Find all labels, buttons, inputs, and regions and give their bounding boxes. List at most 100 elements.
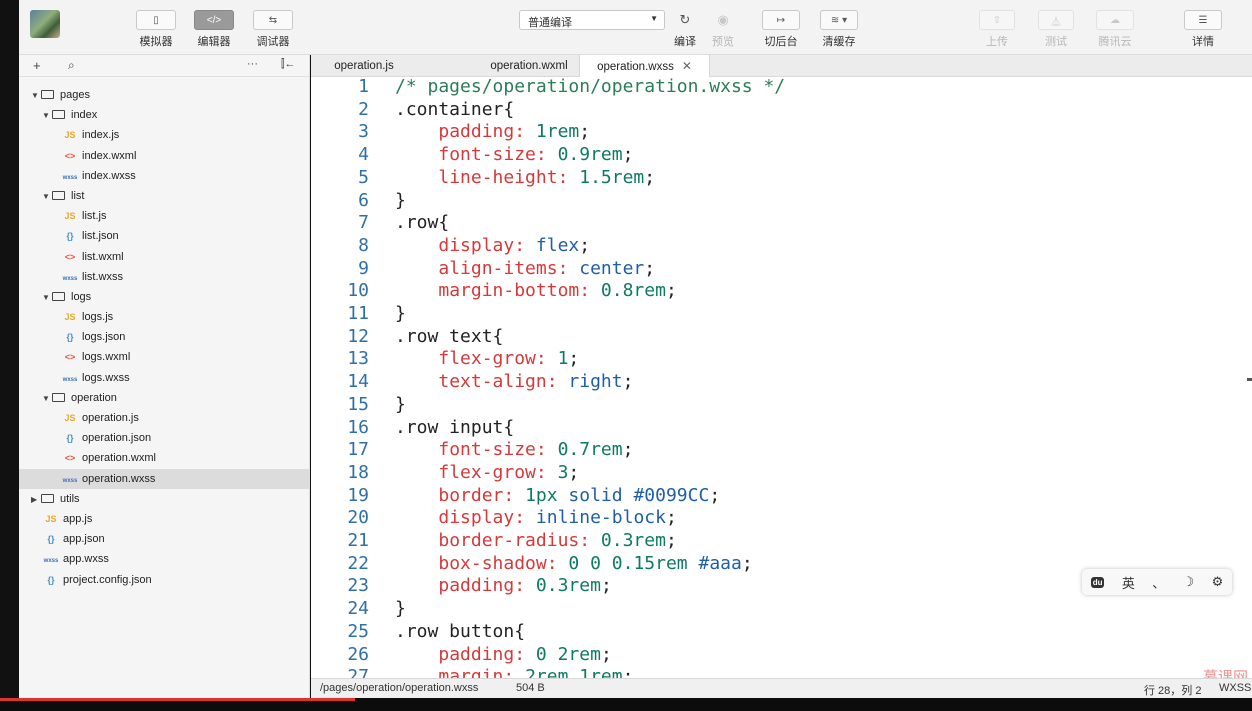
- code-text: }: [395, 190, 406, 213]
- language-mode[interactable]: WXSS: [1219, 682, 1251, 694]
- preview-button[interactable]: ◉ 预览: [705, 10, 741, 49]
- switch-background-button[interactable]: ↦ 切后台: [762, 10, 800, 49]
- code-text: .row input{: [395, 417, 514, 440]
- chevron-down-icon[interactable]: ▼: [42, 106, 52, 126]
- token-num: 0.7rem: [557, 439, 623, 461]
- ime-language-toggle[interactable]: 英: [1122, 573, 1135, 592]
- ime-logo-icon[interactable]: du: [1090, 576, 1105, 588]
- file-item[interactable]: <> operation.wxml: [19, 448, 309, 468]
- eye-icon: ◉: [717, 12, 729, 27]
- chevron-right-icon[interactable]: ▶: [31, 490, 41, 510]
- token-plain: .row input{: [395, 416, 515, 438]
- moon-icon[interactable]: ☽: [1183, 574, 1195, 590]
- token-kw: center: [579, 257, 645, 279]
- token-prop: border:: [438, 484, 515, 506]
- file-path: /pages/operation/operation.wxss: [320, 682, 479, 694]
- file-item[interactable]: JS logs.js: [19, 307, 309, 327]
- ime-punctuation-toggle[interactable]: 、: [1152, 573, 1165, 592]
- file-item[interactable]: {} logs.json: [19, 327, 309, 347]
- line-number: 13: [347, 348, 369, 370]
- file-item[interactable]: {} list.json: [19, 226, 309, 246]
- clear-cache-button[interactable]: ≋ ▾ 清缓存: [820, 10, 858, 49]
- tab-label: operation.js: [334, 60, 394, 72]
- token-prop: flex-grow:: [438, 461, 547, 483]
- status-bar: /pages/operation/operation.wxss 504 B 行 …: [311, 678, 1252, 698]
- chevron-down-icon[interactable]: ▼: [42, 187, 52, 207]
- file-item[interactable]: wxss index.wxss: [19, 166, 309, 186]
- folder-item[interactable]: ▼ operation: [19, 388, 309, 408]
- file-size: 504 B: [516, 682, 545, 694]
- chevron-down-icon: ▼: [650, 14, 658, 23]
- tree-item-label: operation: [71, 391, 117, 404]
- js-file-icon: JS: [64, 312, 76, 323]
- token-prop: margin:: [438, 666, 515, 678]
- wxss-file-icon: wxss: [62, 477, 78, 484]
- file-item[interactable]: wxss logs.wxss: [19, 368, 309, 388]
- file-item[interactable]: {} project.config.json: [19, 570, 309, 590]
- chevron-down-icon[interactable]: ▼: [42, 389, 52, 409]
- chevron-down-icon[interactable]: ▼: [31, 86, 41, 106]
- phone-icon: ▯: [136, 10, 176, 30]
- file-item[interactable]: wxss operation.wxss: [19, 468, 309, 489]
- add-icon[interactable]: +: [33, 58, 41, 73]
- token-prop: margin-bottom:: [438, 280, 591, 302]
- details-button[interactable]: ☰ 详情: [1184, 10, 1222, 49]
- folder-item[interactable]: ▶ utils: [19, 489, 309, 509]
- collapse-panel-icon[interactable]: ⫿←: [281, 58, 296, 71]
- debugger-button[interactable]: ⇆ 调试器: [253, 10, 293, 49]
- file-item[interactable]: wxss list.wxss: [19, 267, 309, 287]
- test-button[interactable]: ⏅ 测试: [1038, 10, 1074, 49]
- token-prop: padding:: [438, 575, 526, 597]
- scrollbar-marker[interactable]: [1247, 378, 1252, 381]
- tree-item-label: operation.wxml: [82, 452, 156, 465]
- wxss-file-icon: wxss: [62, 174, 78, 181]
- folder-item[interactable]: ▼ list: [19, 186, 309, 206]
- file-item[interactable]: JS app.js: [19, 509, 309, 529]
- folder-icon: [52, 291, 65, 301]
- compile-mode-select[interactable]: 普通编译 ▼: [519, 10, 665, 30]
- folder-item[interactable]: ▼ index: [19, 105, 309, 125]
- token-plain: ;: [644, 257, 656, 279]
- test-label: 测试: [1045, 36, 1067, 48]
- file-item[interactable]: <> list.wxml: [19, 247, 309, 267]
- file-item[interactable]: {} operation.json: [19, 428, 309, 448]
- line-number: 26: [347, 643, 369, 665]
- details-label: 详情: [1192, 36, 1214, 48]
- file-item[interactable]: JS index.js: [19, 125, 309, 145]
- file-item[interactable]: JS list.js: [19, 206, 309, 226]
- code-text: }: [395, 303, 406, 326]
- avatar[interactable]: [30, 10, 60, 38]
- video-progress[interactable]: [0, 698, 355, 701]
- gear-icon[interactable]: ⚙: [1212, 574, 1224, 590]
- token-plain: ;: [665, 507, 677, 529]
- simulator-button[interactable]: ▯ 模拟器: [136, 10, 176, 49]
- preview-label: 预览: [712, 36, 734, 48]
- file-item[interactable]: <> index.wxml: [19, 146, 309, 166]
- close-icon[interactable]: ✕: [682, 59, 692, 73]
- compile-button[interactable]: ↻ 编译: [667, 10, 703, 49]
- search-icon[interactable]: ⌕: [68, 58, 75, 73]
- line-number: 16: [347, 416, 369, 438]
- tencent-cloud-button[interactable]: ☁ 腾讯云: [1096, 10, 1134, 49]
- editor-button[interactable]: </> 编辑器: [194, 10, 234, 49]
- tab-operation-wxss[interactable]: operation.wxss ✕: [579, 55, 710, 78]
- upload-button[interactable]: ⇧ 上传: [979, 10, 1015, 49]
- tree-item-label: index.wxml: [82, 149, 137, 162]
- file-item[interactable]: JS operation.js: [19, 408, 309, 428]
- folder-item[interactable]: ▼ logs: [19, 287, 309, 307]
- more-icon[interactable]: ···: [247, 58, 258, 70]
- file-item[interactable]: wxss app.wxss: [19, 549, 309, 569]
- file-item[interactable]: <> logs.wxml: [19, 347, 309, 367]
- file-item[interactable]: {} app.json: [19, 529, 309, 549]
- cursor-position[interactable]: 行 28，列 2: [1144, 682, 1201, 698]
- code-text: padding: 0.3rem;: [395, 575, 611, 598]
- line-number: 11: [347, 303, 369, 324]
- tab-operation-js[interactable]: operation.js: [311, 55, 417, 77]
- folder-item[interactable]: ▼ pages: [19, 85, 309, 105]
- chevron-down-icon[interactable]: ▼: [42, 288, 52, 308]
